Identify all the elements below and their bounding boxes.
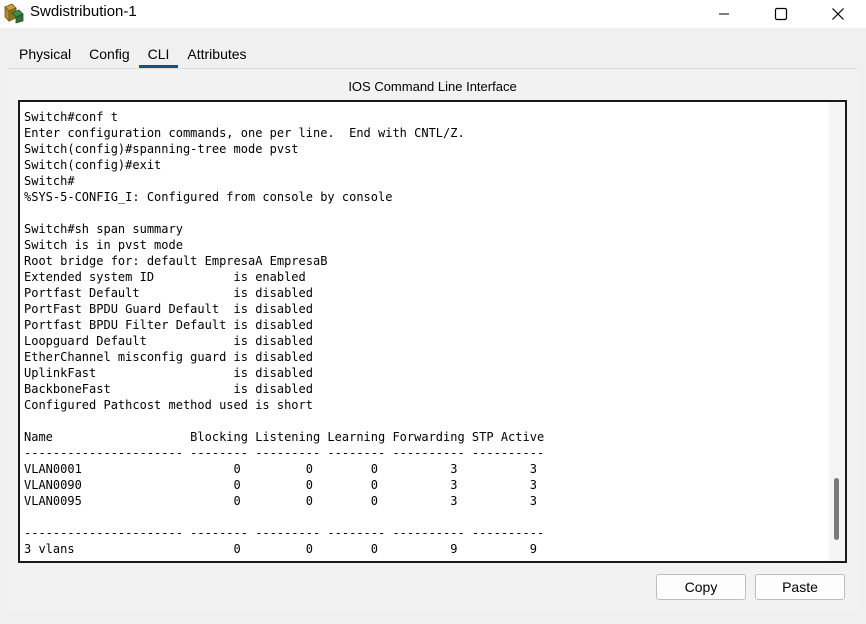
console-scrollbar[interactable]: [829, 102, 845, 561]
minimize-icon: [719, 13, 729, 15]
scrollbar-thumb[interactable]: [834, 478, 839, 540]
cli-panel: IOS Command Line Interface Switch#conf t…: [8, 68, 857, 613]
window-title: Swdistribution-1: [30, 3, 137, 20]
console-output[interactable]: Switch#conf t Enter configuration comman…: [24, 109, 544, 557]
packet-tracer-switch-icon: [3, 2, 25, 24]
panel-title: IOS Command Line Interface: [348, 79, 517, 94]
cli-console[interactable]: Switch#conf t Enter configuration comman…: [18, 100, 847, 563]
tab-attributes[interactable]: Attributes: [178, 40, 255, 68]
tab-physical[interactable]: Physical: [10, 40, 80, 68]
close-icon: [832, 8, 844, 20]
title-bar: Swdistribution-1: [0, 0, 866, 28]
maximize-icon: [774, 7, 788, 21]
maximize-button[interactable]: [753, 0, 809, 28]
application-window: Swdistribution-1 Physical Config CLI Att…: [0, 0, 866, 624]
tab-bar: Physical Config CLI Attributes: [10, 40, 256, 68]
tab-cli[interactable]: CLI: [138, 40, 179, 68]
close-button[interactable]: [810, 0, 866, 28]
paste-button[interactable]: Paste: [755, 574, 845, 600]
copy-button[interactable]: Copy: [656, 574, 746, 600]
tab-config[interactable]: Config: [80, 40, 138, 68]
minimize-button[interactable]: [696, 0, 752, 28]
